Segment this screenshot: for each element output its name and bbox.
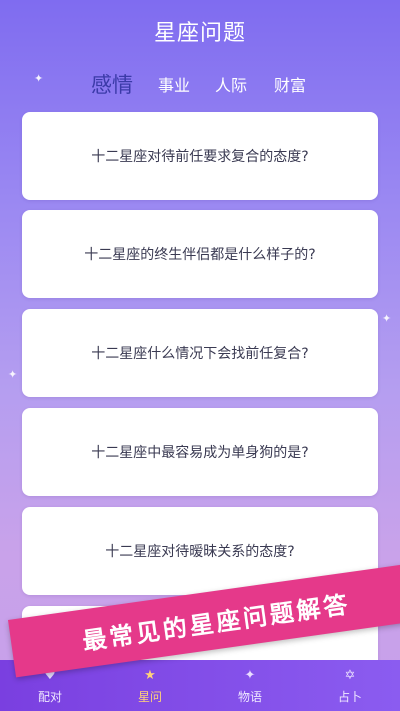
question-text: 十二星座对待前任要求复合的态度?: [91, 149, 309, 165]
tab-wealth[interactable]: 财富: [274, 72, 306, 96]
question-text: 十二星座什么情况下会找前任复合?: [91, 346, 309, 362]
sparkle-icon: ✦: [34, 72, 44, 85]
tab-divination[interactable]: ✡ 占卜: [300, 660, 400, 711]
question-text: 十二星座对待暧昧关系的态度?: [105, 544, 295, 560]
sparkle-icon: ✦: [8, 368, 18, 381]
tab-label: 物语: [237, 690, 262, 704]
star-icon: ★: [144, 668, 156, 683]
hexagram-icon: ✡: [344, 668, 356, 683]
question-card[interactable]: 十二星座的终生伴侣都是什么样子的?: [22, 210, 378, 298]
question-text: 十二星座的终生伴侣都是什么样子的?: [84, 247, 316, 263]
question-card[interactable]: 十二星座中最容易成为单身狗的是?: [22, 408, 378, 496]
tab-career[interactable]: 事业: [158, 72, 190, 96]
tab-label: 配对: [37, 690, 62, 704]
header: 星座问题: [0, 0, 400, 62]
question-text: 十二星座中最容易成为单身狗的是?: [91, 445, 309, 461]
sparkle-icon: ✦: [244, 668, 256, 683]
sparkle-icon: ✦: [382, 312, 392, 325]
tab-label: 占卜: [337, 690, 362, 704]
tab-relations[interactable]: 人际: [215, 72, 247, 96]
page-title: 星座问题: [153, 21, 246, 46]
tab-story[interactable]: ✦ 物语: [200, 660, 300, 711]
tab-label: 星问: [137, 690, 162, 704]
tab-star-question[interactable]: ★ 星问: [100, 660, 200, 711]
tab-emotion[interactable]: 感情: [91, 69, 133, 99]
question-card[interactable]: 十二星座对待前任要求复合的态度?: [22, 112, 378, 200]
category-tabs: 感情 事业 人际 财富: [0, 64, 400, 104]
question-card[interactable]: 十二星座什么情况下会找前任复合?: [22, 309, 378, 397]
